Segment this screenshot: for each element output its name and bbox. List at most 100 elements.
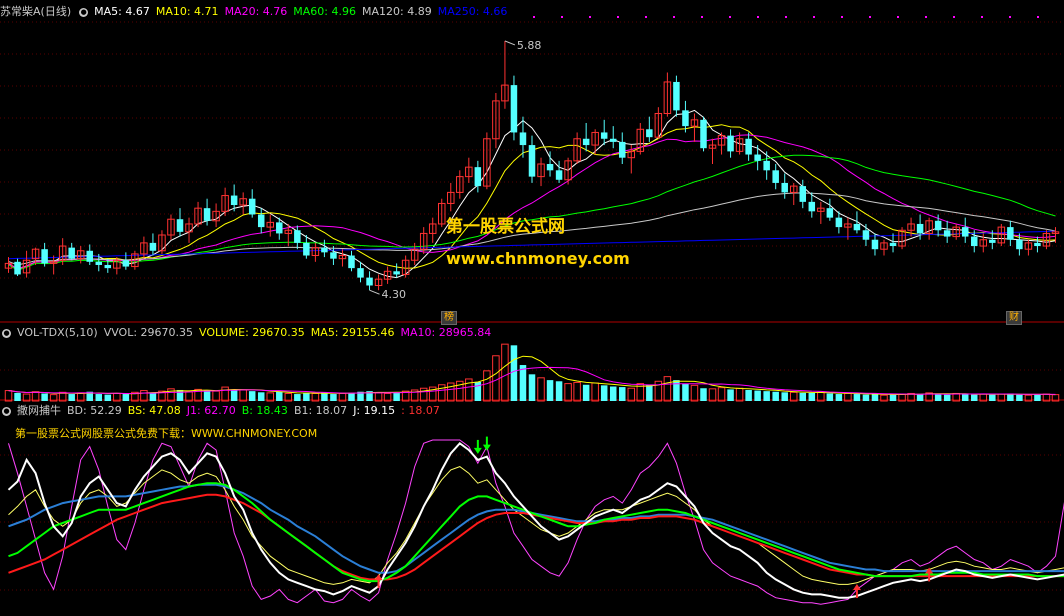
low-pointer bbox=[369, 289, 380, 295]
candle-body bbox=[700, 119, 707, 149]
candle-body bbox=[582, 138, 590, 146]
volume-bar bbox=[474, 381, 482, 401]
candle-body bbox=[727, 135, 734, 152]
indicator-legend-item-2: J1: 62.70 bbox=[186, 404, 236, 417]
volume-bar bbox=[501, 343, 509, 402]
volume-bar bbox=[591, 382, 599, 402]
volume-bar bbox=[1034, 394, 1041, 401]
candle-body bbox=[609, 138, 617, 142]
candle-body bbox=[673, 81, 680, 111]
candle-body bbox=[943, 230, 951, 237]
top-marker-tick bbox=[561, 16, 563, 18]
volume-bar bbox=[826, 393, 834, 401]
indicator-note: 第一股票公式网股票公式免费下载：WWW.CHNMONEY.COM bbox=[15, 427, 318, 440]
settings-circle-icon[interactable]: ● bbox=[2, 328, 11, 338]
indicator-legend-item-3: B: 18.43 bbox=[241, 404, 288, 417]
volume-bar bbox=[68, 394, 75, 401]
volume-legend-item-2: MA5: 29155.46 bbox=[310, 326, 395, 339]
top-marker-tick bbox=[589, 16, 591, 18]
candle-body bbox=[41, 249, 48, 264]
top-marker-tick bbox=[841, 16, 843, 18]
volume-bar bbox=[961, 394, 969, 401]
volume-bar bbox=[745, 389, 752, 401]
volume-bar bbox=[546, 380, 554, 401]
candle-body bbox=[203, 208, 211, 221]
low-price-label: 4.30 bbox=[382, 288, 407, 301]
volume-bar bbox=[1016, 394, 1023, 401]
candle-body bbox=[357, 268, 364, 278]
volume-bar bbox=[989, 394, 996, 401]
volume-bar bbox=[140, 390, 148, 402]
volume-bar bbox=[176, 389, 184, 401]
volume-legend-item-0: VVOL: 29670.35 bbox=[103, 326, 194, 339]
candle-body bbox=[781, 182, 788, 193]
candle-body bbox=[122, 260, 130, 267]
top-marker-tick bbox=[757, 16, 759, 18]
candle-body bbox=[86, 250, 93, 262]
volume-bar bbox=[754, 390, 761, 401]
volume-bar bbox=[934, 394, 942, 401]
volume-bar bbox=[203, 390, 211, 401]
volume-bar bbox=[772, 391, 779, 401]
candle-body bbox=[330, 252, 337, 259]
volume-bar bbox=[690, 384, 699, 402]
candle-body bbox=[510, 85, 518, 133]
top-marker-tick bbox=[1009, 16, 1011, 18]
candle-body bbox=[474, 167, 482, 187]
volume-indicator-name: VOL-TDX(5,10) bbox=[17, 326, 98, 339]
indicator-b-line bbox=[8, 482, 1064, 583]
volume-legend: VVOL: 29670.35 VOLUME: 29670.35 MA5: 29155… bbox=[104, 326, 498, 339]
settings-circle-icon[interactable]: ● bbox=[2, 406, 11, 416]
volume-bar bbox=[871, 394, 879, 401]
high-pointer bbox=[504, 40, 516, 46]
ma-legend-item-1: MA10: 4.71 bbox=[155, 5, 219, 18]
volume-bar bbox=[682, 383, 689, 401]
watermark-title: 第一股票公式网 bbox=[446, 217, 565, 237]
volume-bar bbox=[808, 392, 816, 401]
indicator-legend-item-5: J: 19.15 bbox=[353, 404, 396, 417]
price-panel-header: 苏常柴A(日线) ● MA5: 4.67 MA10: 4.71 MA20: 4.76 MA… bbox=[0, 4, 519, 20]
volume-bar bbox=[646, 384, 653, 401]
stock-name: 苏常柴A bbox=[0, 5, 41, 18]
watermark-url: www.chnmoney.com bbox=[446, 249, 630, 268]
volume-bar bbox=[149, 392, 157, 401]
volume-bar bbox=[303, 392, 310, 401]
candle-body bbox=[682, 110, 689, 127]
candle-body bbox=[1007, 227, 1014, 240]
settings-circle-icon[interactable]: ● bbox=[79, 7, 89, 17]
volume-bar bbox=[763, 391, 770, 401]
candle-body bbox=[600, 132, 608, 139]
volume-bar bbox=[717, 387, 726, 402]
indicator-legend-item-1: BS: 47.08 bbox=[127, 404, 181, 417]
event-badge-right[interactable]: 财 bbox=[1006, 311, 1022, 325]
volume-bar bbox=[564, 383, 572, 402]
candle-body bbox=[1016, 239, 1023, 250]
volume-bar bbox=[537, 377, 545, 402]
indicator-j-line bbox=[7, 441, 1064, 599]
sell-arrow-head bbox=[473, 447, 482, 454]
volume-bar bbox=[528, 374, 536, 401]
volume-bar bbox=[853, 394, 861, 401]
candle-body bbox=[528, 145, 536, 177]
buy-arrow-head bbox=[374, 574, 383, 581]
volume-bar bbox=[700, 388, 707, 401]
ma-legend: MA5: 4.67 MA10: 4.71 MA20: 4.76 MA60: 4.96 M… bbox=[94, 5, 513, 18]
top-marker-tick bbox=[869, 16, 871, 18]
indicator-lines bbox=[7, 439, 1064, 605]
top-marker-tick bbox=[785, 16, 787, 18]
candle-body bbox=[853, 223, 861, 231]
top-marker-tick bbox=[981, 16, 983, 18]
volume-bar bbox=[41, 393, 48, 401]
volume-panel-header: ● VOL-TDX(5,10) VVOL: 29670.35 VOLUME: 2967… bbox=[0, 325, 503, 341]
volume-bar bbox=[276, 391, 283, 401]
indicator-b1-line bbox=[8, 493, 1064, 581]
volume-bar bbox=[555, 381, 563, 401]
top-marker-tick bbox=[813, 16, 815, 18]
top-marker-tick bbox=[701, 16, 703, 18]
candle-body bbox=[934, 220, 942, 231]
volume-bar bbox=[582, 384, 590, 401]
event-badge-left[interactable]: 榜 bbox=[441, 311, 457, 325]
volume-bar bbox=[609, 386, 617, 401]
candle-body bbox=[745, 138, 752, 155]
volume-bar bbox=[663, 376, 672, 402]
